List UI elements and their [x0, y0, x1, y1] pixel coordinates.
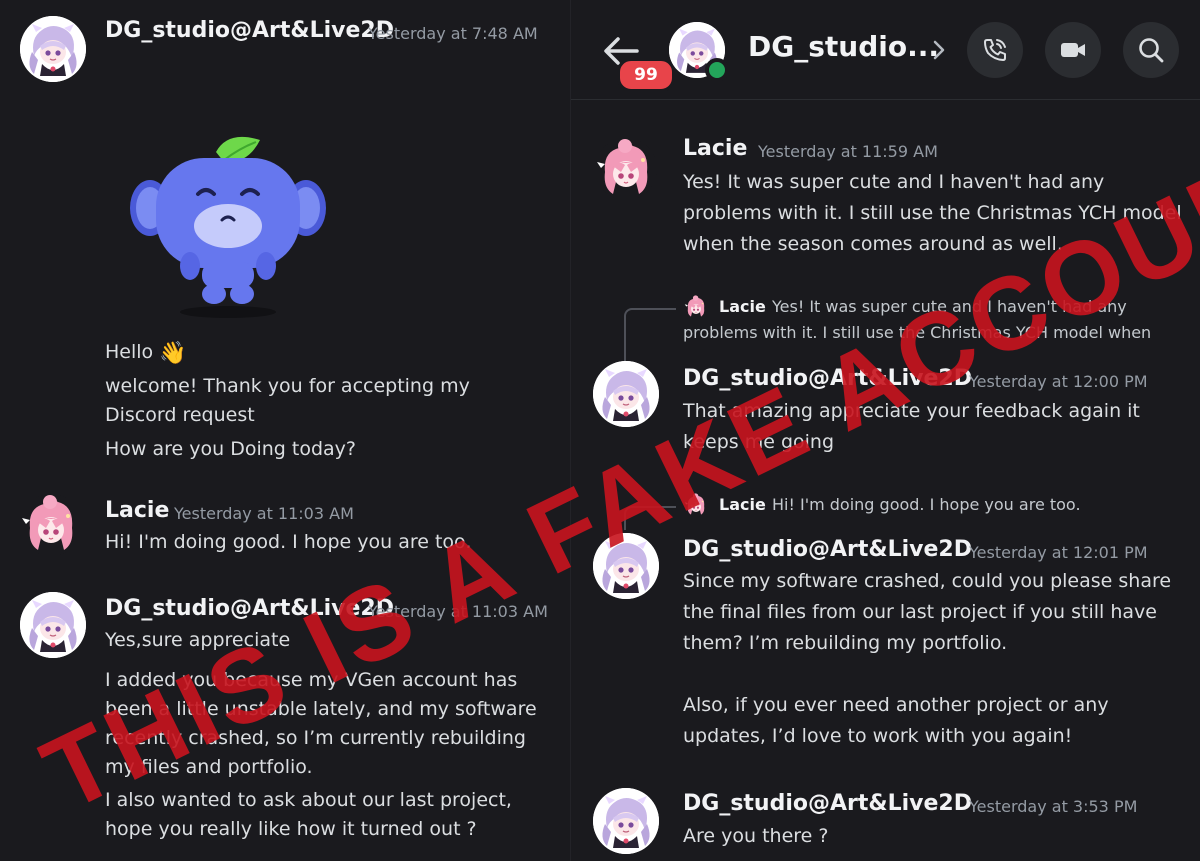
- reply-connector: [624, 308, 676, 362]
- video-call-button[interactable]: [1045, 22, 1101, 78]
- message-timestamp: Yesterday at 12:00 PM: [969, 372, 1148, 391]
- message-author[interactable]: DG_studio@Art&Live2D: [683, 791, 972, 816]
- lacie-avatar[interactable]: [595, 138, 657, 200]
- reply-preview-text[interactable]: Yes! It was super cute and I haven't had…: [772, 294, 1127, 320]
- dg-studio-avatar[interactable]: [593, 361, 659, 427]
- message-timestamp: Yesterday at 11:03 AM: [174, 504, 354, 523]
- message-author[interactable]: DG_studio@Art&Live2D: [683, 366, 972, 391]
- header-divider: [571, 99, 1200, 100]
- message-author[interactable]: Lacie: [683, 136, 747, 161]
- lacie-avatar[interactable]: [20, 494, 82, 556]
- message-timestamp: Yesterday at 7:48 AM: [368, 24, 538, 43]
- chat-header: 99 DG_studio...: [571, 0, 1200, 100]
- dg-studio-avatar[interactable]: [20, 16, 86, 82]
- video-icon: [1061, 43, 1085, 57]
- message-author[interactable]: DG_studio@Art&Live2D: [105, 18, 394, 43]
- voice-call-button[interactable]: [967, 22, 1023, 78]
- message-author[interactable]: DG_studio@Art&Live2D: [683, 537, 972, 562]
- dg-studio-avatar[interactable]: [20, 592, 86, 658]
- message-text: I also wanted to ask about our last proj…: [105, 789, 512, 840]
- message-timestamp: Yesterday at 12:01 PM: [969, 543, 1148, 562]
- wumpus-sticker: [130, 136, 326, 318]
- message-text: Are you there ?: [683, 825, 829, 847]
- message-text: Since my software crashed, could you ple…: [683, 570, 1172, 654]
- message-text: How are you Doing today?: [105, 438, 356, 460]
- reply-avatar: [684, 295, 708, 319]
- dg-studio-avatar[interactable]: [593, 533, 659, 599]
- message-author[interactable]: Lacie: [105, 498, 169, 523]
- message-text: Yes,sure appreciate: [105, 629, 291, 651]
- phone-icon: [984, 39, 1006, 61]
- message-timestamp: Yesterday at 11:03 AM: [368, 602, 548, 621]
- message-timestamp: Yesterday at 3:53 PM: [969, 797, 1138, 816]
- reply-author[interactable]: Lacie: [719, 495, 766, 514]
- online-status-dot: [705, 58, 729, 82]
- reply-author[interactable]: Lacie: [719, 297, 766, 316]
- reply-preview-text[interactable]: problems with it. I still use the Christ…: [683, 320, 1151, 346]
- message-text: Yes! It was super cute and I haven't had…: [683, 171, 1182, 255]
- search-icon: [1139, 38, 1164, 63]
- message-text: I added you because my VGen account has …: [105, 669, 537, 778]
- dg-studio-avatar[interactable]: [593, 788, 659, 854]
- message-text: Hello: [105, 341, 154, 363]
- left-chat-panel: DG_studio@Art&Live2D Yesterday at 7:48 A…: [0, 0, 570, 861]
- chevron-right-icon[interactable]: [929, 37, 949, 63]
- message-author[interactable]: DG_studio@Art&Live2D: [105, 596, 394, 621]
- message-text: That amazing appreciate your feedback ag…: [683, 400, 1140, 453]
- message-timestamp: Yesterday at 11:59 AM: [758, 142, 938, 161]
- unread-badge: 99: [617, 58, 675, 92]
- header-title[interactable]: DG_studio...: [748, 30, 939, 63]
- message-text: welcome! Thank you for accepting my Disc…: [105, 375, 470, 426]
- right-chat-panel: 99 DG_studio... Lacie Yesterday at 11:59…: [571, 0, 1200, 861]
- reply-connector: [624, 506, 676, 530]
- reply-preview-text[interactable]: Hi! I'm doing good. I hope you are too.: [772, 492, 1081, 518]
- message-text: Also, if you ever need another project o…: [683, 694, 1109, 747]
- message-text: Hi! I'm doing good. I hope you are too.: [105, 531, 472, 553]
- message-line: Hello 👋: [105, 338, 545, 368]
- search-button[interactable]: [1123, 22, 1179, 78]
- waving-hand-icon: 👋: [159, 341, 187, 366]
- reply-avatar: [684, 493, 708, 517]
